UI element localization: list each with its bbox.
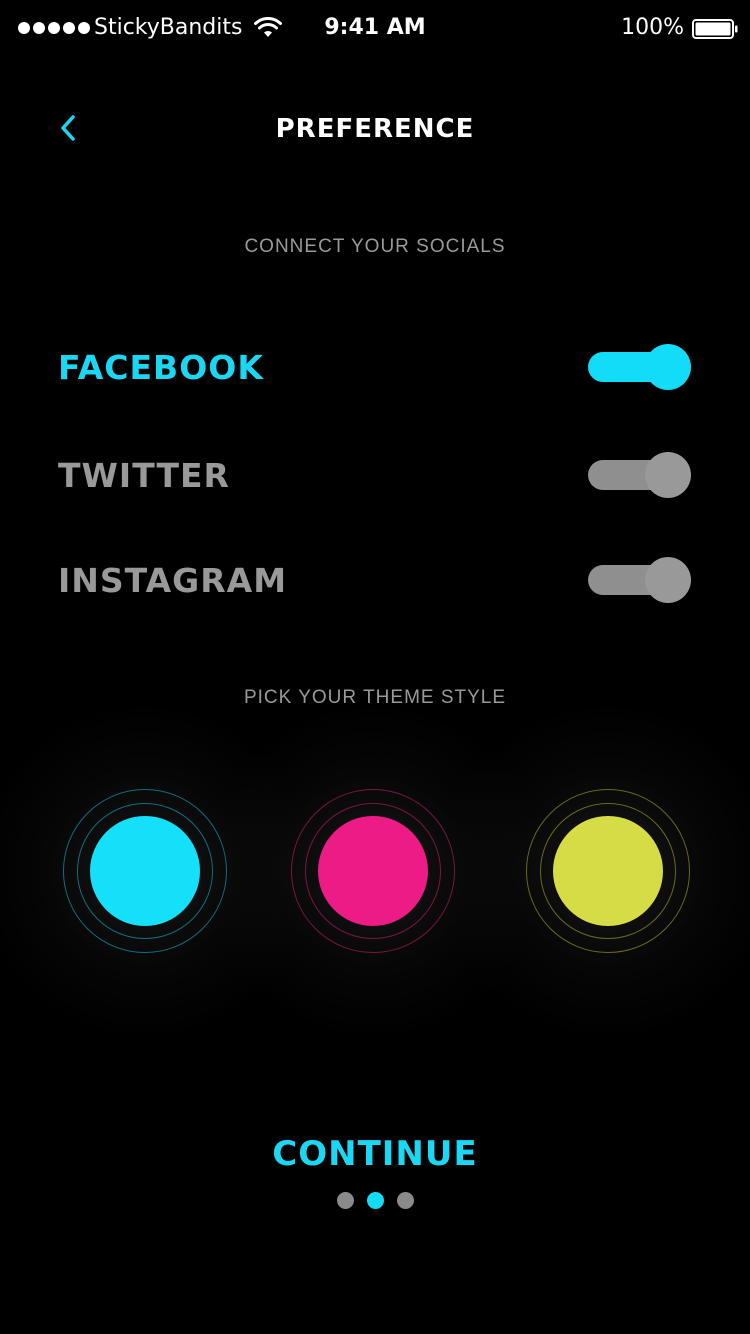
battery-percent: 100% xyxy=(621,15,684,40)
continue-button[interactable]: CONTINUE xyxy=(225,1130,525,1178)
social-row-facebook: FACEBOOK xyxy=(0,338,750,398)
page-dot[interactable] xyxy=(336,1192,354,1209)
swatch-fill xyxy=(90,816,200,926)
battery-icon xyxy=(692,19,738,39)
instagram-label: INSTAGRAM xyxy=(58,561,288,600)
theme-swatch-pink[interactable] xyxy=(201,699,545,1043)
page-dot[interactable] xyxy=(396,1192,414,1209)
facebook-toggle[interactable] xyxy=(588,343,692,391)
social-row-instagram: INSTAGRAM xyxy=(0,551,750,611)
social-row-twitter: TWITTER xyxy=(0,446,750,506)
page-indicator xyxy=(0,1192,750,1209)
theme-swatch-yellow[interactable] xyxy=(436,699,750,1043)
facebook-label: FACEBOOK xyxy=(58,348,264,387)
twitter-label: TWITTER xyxy=(58,456,230,495)
twitter-toggle[interactable] xyxy=(588,451,692,499)
socials-heading: CONNECT YOUR SOCIALS xyxy=(244,236,506,257)
swatch-fill xyxy=(318,816,428,926)
status-bar: StickyBandits 9:41 AM 100% xyxy=(0,0,750,56)
toggle-knob xyxy=(645,344,691,390)
instagram-toggle[interactable] xyxy=(588,556,692,604)
page-title: PREFERENCE xyxy=(275,114,475,144)
toggle-knob xyxy=(645,557,691,603)
toggle-knob xyxy=(645,452,691,498)
page-dot[interactable] xyxy=(366,1192,384,1209)
swatch-fill xyxy=(553,816,663,926)
